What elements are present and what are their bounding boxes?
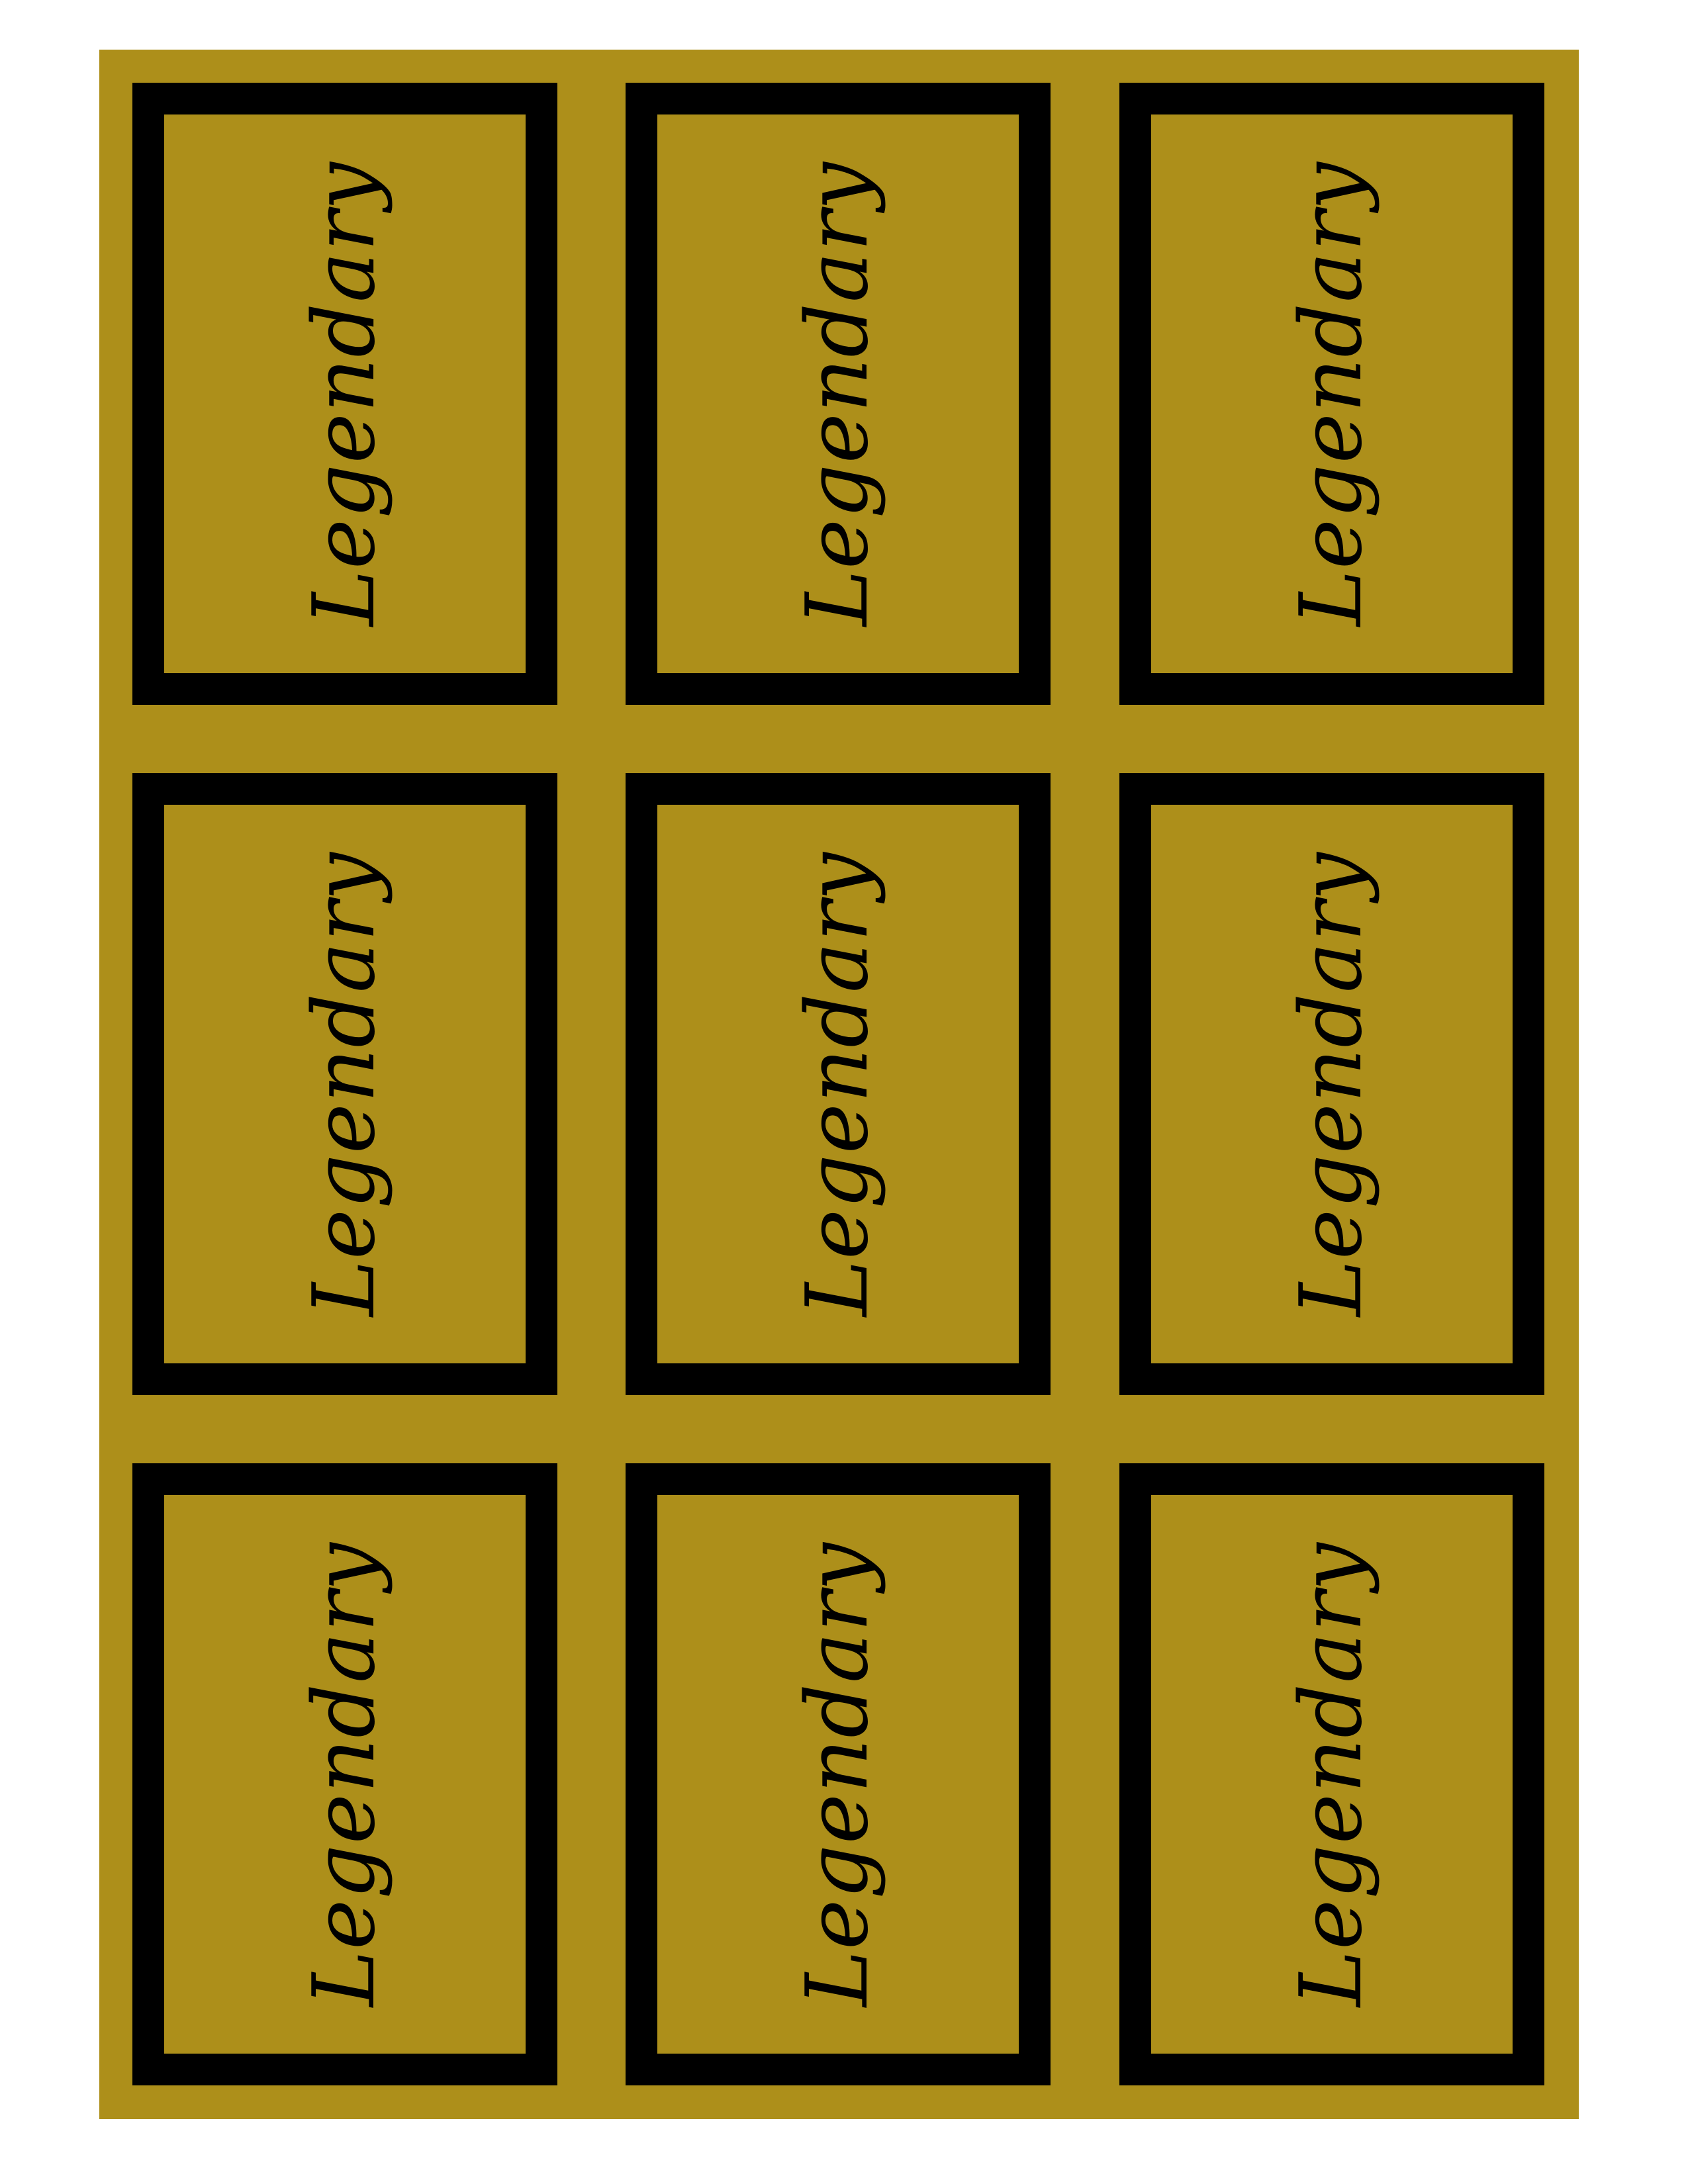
card-label: Legendary [295, 1542, 394, 2007]
card-face: Legendary [164, 114, 526, 673]
card-label: Legendary [788, 161, 887, 626]
card-face: Legendary [164, 805, 526, 1363]
card: Legendary [626, 773, 1051, 1395]
card-label: Legendary [295, 161, 394, 626]
card-face: Legendary [657, 114, 1019, 673]
card-face: Legendary [657, 1495, 1019, 2054]
card-face: Legendary [657, 805, 1019, 1363]
card-label: Legendary [1282, 1542, 1381, 2007]
card-label: Legendary [1282, 852, 1381, 1316]
card-label: Legendary [788, 852, 887, 1316]
card: Legendary [1119, 773, 1544, 1395]
card: Legendary [132, 773, 557, 1395]
card: Legendary [1119, 1463, 1544, 2085]
card-label: Legendary [1282, 161, 1381, 626]
card-label: Legendary [295, 852, 394, 1316]
card: Legendary [1119, 83, 1544, 705]
card-face: Legendary [164, 1495, 526, 2054]
card-face: Legendary [1151, 1495, 1513, 2054]
card-face: Legendary [1151, 114, 1513, 673]
card-sheet: Legendary Legendary Legendary Legendary … [99, 50, 1579, 2119]
card: Legendary [626, 83, 1051, 705]
card: Legendary [132, 83, 557, 705]
card: Legendary [132, 1463, 557, 2085]
card-face: Legendary [1151, 805, 1513, 1363]
card-label: Legendary [788, 1542, 887, 2007]
card: Legendary [626, 1463, 1051, 2085]
